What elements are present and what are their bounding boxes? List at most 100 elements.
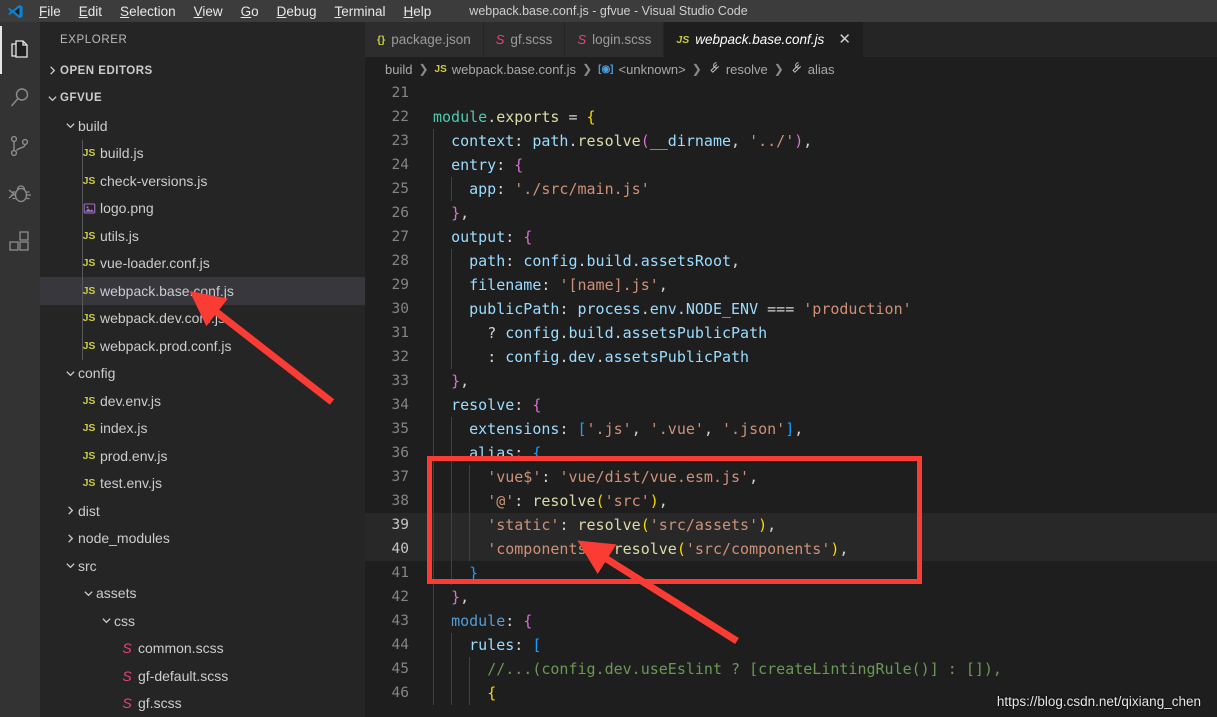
tab-package-json[interactable]: {} package.json xyxy=(365,22,484,57)
menu-edit[interactable]: Edit xyxy=(70,3,111,20)
scss-file-icon: S xyxy=(122,640,132,657)
tab-label: gf.scss xyxy=(510,32,553,47)
tab-gf-scss[interactable]: S gf.scss xyxy=(483,22,566,57)
tree-file-webpack-base-conf-js[interactable]: JS webpack.base.conf.js xyxy=(40,277,365,305)
code-line: 44 rules: [ xyxy=(365,633,1217,657)
explorer-icon[interactable] xyxy=(0,26,40,74)
breadcrumb-item-unknown[interactable]: [◉] <unknown> xyxy=(598,62,686,77)
line-number: 27 xyxy=(391,229,409,245)
section-label: GFVUE xyxy=(60,92,103,105)
tab-label: login.scss xyxy=(592,32,652,47)
tree-file-utils-js[interactable]: JS utils.js xyxy=(40,222,365,250)
breadcrumb: build ❯ JS webpack.base.conf.js ❯ [◉] <u… xyxy=(365,57,1217,81)
tree-item-label: gf-default.scss xyxy=(138,667,229,684)
line-number: 39 xyxy=(391,517,409,533)
tab-login-scss[interactable]: S login.scss xyxy=(565,22,665,57)
code-line: 21 xyxy=(365,81,1217,105)
line-number: 31 xyxy=(391,325,409,341)
code-line: 37 'vue$': 'vue/dist/vue.esm.js', xyxy=(365,465,1217,489)
tree-item-label: node_modules xyxy=(78,530,170,547)
search-icon[interactable] xyxy=(0,74,40,122)
code-line: 32 : config.dev.assetsPublicPath xyxy=(365,345,1217,369)
breadcrumb-item-resolve[interactable]: resolve xyxy=(708,61,768,77)
tree-folder-dist[interactable]: dist xyxy=(40,497,365,525)
tree-item-label: check-versions.js xyxy=(100,172,208,189)
title-bar: File Edit Selection View Go Debug Termin… xyxy=(0,0,1217,22)
tree-file-prod-env-js[interactable]: JS prod.env.js xyxy=(40,442,365,470)
tree-item-label: build xyxy=(78,117,108,134)
tree-folder-node-modules[interactable]: node_modules xyxy=(40,525,365,553)
tree-folder-assets[interactable]: assets xyxy=(40,580,365,608)
property-symbol-icon xyxy=(790,61,803,77)
js-file-icon: JS xyxy=(82,422,96,435)
line-number: 44 xyxy=(391,637,409,653)
tree-file-index-js[interactable]: JS index.js xyxy=(40,415,365,443)
tree-file-logo-png[interactable]: logo.png xyxy=(40,194,365,222)
tree-item-label: dist xyxy=(78,502,100,519)
tree-file-common-scss[interactable]: S common.scss xyxy=(40,635,365,663)
tree-folder-build[interactable]: build xyxy=(40,112,365,140)
code-line: 39 'static': resolve('src/assets'), xyxy=(365,513,1217,537)
tree-file-webpack-prod-conf-js[interactable]: JS webpack.prod.conf.js xyxy=(40,332,365,360)
scss-file-icon: S xyxy=(122,667,132,684)
menu-debug[interactable]: Debug xyxy=(268,3,326,20)
line-number: 46 xyxy=(391,685,409,701)
editor-tab-bar: {} package.json S gf.scss S login.scss J… xyxy=(365,22,1217,57)
menu-help[interactable]: Help xyxy=(394,3,440,20)
tree-folder-config[interactable]: config xyxy=(40,360,365,388)
tree-file-gf-scss[interactable]: S gf.scss xyxy=(40,690,365,717)
code-line: 43 module: { xyxy=(365,609,1217,633)
tree-folder-src[interactable]: src xyxy=(40,552,365,580)
tab-webpack-base-conf-js[interactable]: JS webpack.base.conf.js ✕ xyxy=(664,22,864,57)
tree-item-label: config xyxy=(78,365,116,382)
tree-file-check-versions-js[interactable]: JS check-versions.js xyxy=(40,167,365,195)
menu-bar[interactable]: File Edit Selection View Go Debug Termin… xyxy=(30,3,440,20)
tree-file-build-js[interactable]: JS build.js xyxy=(40,139,365,167)
tree-file-test-env-js[interactable]: JS test.env.js xyxy=(40,470,365,498)
line-number: 38 xyxy=(391,493,409,509)
tree-file-gf-default-scss[interactable]: S gf-default.scss xyxy=(40,662,365,690)
menu-view[interactable]: View xyxy=(185,3,232,20)
breadcrumb-label: webpack.base.conf.js xyxy=(451,61,577,77)
breadcrumb-item-alias[interactable]: alias xyxy=(790,61,835,77)
extensions-icon[interactable] xyxy=(0,218,40,266)
code-editor[interactable]: 21 22 module.exports = { 23 context: path… xyxy=(365,81,1217,717)
source-control-icon[interactable] xyxy=(0,122,40,170)
section-open-editors[interactable]: OPEN EDITORS xyxy=(40,57,365,85)
menu-selection[interactable]: Selection xyxy=(111,3,185,20)
breadcrumb-separator-icon: ❯ xyxy=(418,62,429,76)
tree-item-label: vue-loader.conf.js xyxy=(100,255,210,272)
line-number: 29 xyxy=(391,277,409,293)
tree-item-label: index.js xyxy=(100,420,148,437)
file-tree[interactable]: OPEN EDITORS GFVUE build JS build.js JS … xyxy=(40,57,365,717)
line-number: 25 xyxy=(391,181,409,197)
tree-item-label: dev.env.js xyxy=(100,392,161,409)
tree-file-vue-loader-conf-js[interactable]: JS vue-loader.conf.js xyxy=(40,249,365,277)
tree-item-label: prod.env.js xyxy=(100,447,168,464)
section-gfvue[interactable]: GFVUE xyxy=(40,85,365,113)
code-line: 29 filename: '[name].js', xyxy=(365,273,1217,297)
breadcrumb-item-build[interactable]: build xyxy=(385,62,412,77)
chevron-down-icon xyxy=(62,560,78,571)
vscode-logo-icon xyxy=(0,3,30,20)
tab-label: package.json xyxy=(391,32,471,47)
chevron-down-icon xyxy=(62,120,78,131)
debug-icon[interactable] xyxy=(0,170,40,218)
scss-file-icon: S xyxy=(122,695,132,712)
close-icon[interactable]: ✕ xyxy=(838,32,851,47)
menu-file[interactable]: File xyxy=(30,3,70,20)
tree-file-webpack-dev-conf-js[interactable]: JS webpack.dev.conf.js xyxy=(40,304,365,332)
tree-item-label: logo.png xyxy=(100,200,154,217)
chevron-right-icon xyxy=(62,505,78,516)
code-line: 46 { xyxy=(365,681,1217,705)
tree-file-dev-env-js[interactable]: JS dev.env.js xyxy=(40,387,365,415)
tree-folder-css[interactable]: css xyxy=(40,607,365,635)
menu-terminal[interactable]: Terminal xyxy=(325,3,394,20)
menu-go[interactable]: Go xyxy=(232,3,268,20)
tab-bar-filler xyxy=(863,22,1217,57)
tree-item-label: assets xyxy=(96,585,137,602)
breadcrumb-item-file[interactable]: JS webpack.base.conf.js xyxy=(435,62,577,77)
code-line: 27 output: { xyxy=(365,225,1217,249)
code-line: 22 module.exports = { xyxy=(365,105,1217,129)
line-number: 30 xyxy=(391,301,409,317)
